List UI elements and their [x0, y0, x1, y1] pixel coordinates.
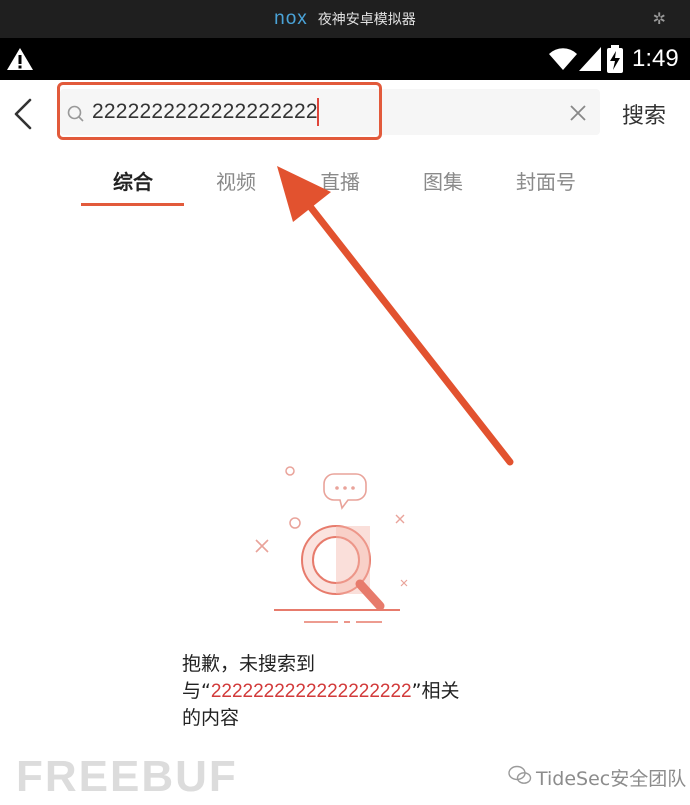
no-results-message: 抱歉，未搜索到 与“2222222222222222222”相关 的内容 — [182, 651, 512, 732]
no-results-illustration — [255, 466, 408, 623]
no-results-line1: 抱歉，未搜索到 — [182, 653, 316, 675]
tidesec-watermark: TideSec安全团队 — [536, 768, 687, 790]
freebuf-watermark: FREEBUF — [16, 752, 238, 801]
no-results-line2: 与“2222222222222222222”相关 — [182, 680, 460, 702]
no-results-line3: 的内容 — [182, 707, 240, 729]
searched-keyword: 2222222222222222222 — [210, 681, 412, 702]
wechat-icon — [508, 765, 532, 784]
